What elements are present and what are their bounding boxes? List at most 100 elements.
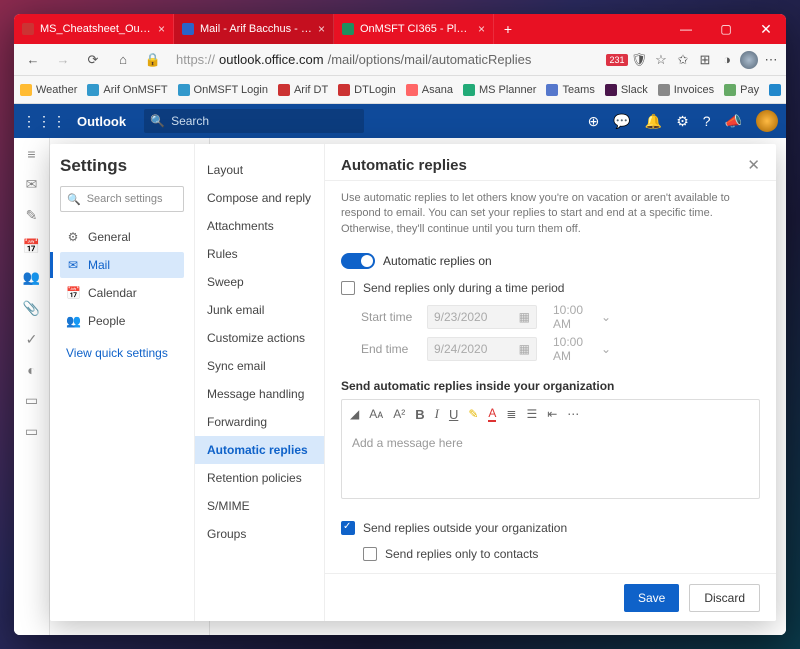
view-quick-settings-link[interactable]: View quick settings (60, 340, 184, 366)
subnav-layout[interactable]: Layout (195, 156, 324, 184)
home-button[interactable]: ⌂ (110, 47, 136, 73)
teams-icon[interactable]: 💬 (613, 113, 630, 130)
subnav-sweep[interactable]: Sweep (195, 268, 324, 296)
subnav-automatic-replies[interactable]: Automatic replies (195, 436, 324, 464)
save-button[interactable]: Save (624, 584, 679, 612)
browser-tab-active[interactable]: Mail - Arif Bacchus - Outlook × (174, 14, 334, 44)
close-button[interactable]: ✕ (746, 14, 786, 44)
bold-button[interactable]: B (415, 407, 424, 422)
url-field[interactable]: https://outlook.office.com/mail/options/… (170, 52, 604, 67)
rail-item[interactable]: ◐ (27, 362, 35, 378)
nav-calendar[interactable]: 📅Calendar (60, 280, 184, 306)
font-size-icon[interactable]: A² (393, 407, 405, 421)
highlight-icon[interactable]: ◢ (350, 407, 359, 421)
font-family-icon[interactable]: Aᴀ (369, 407, 383, 421)
fav-item[interactable]: DTLogin (338, 84, 396, 96)
subnav-sync[interactable]: Sync email (195, 352, 324, 380)
fav-item[interactable]: OnMSFT Login (178, 84, 268, 96)
lock-icon: 🔒 (140, 47, 166, 73)
italic-button[interactable]: I (435, 406, 439, 422)
collections-icon[interactable]: ⊞ (696, 51, 714, 69)
favorite-star-icon[interactable]: ☆ (652, 51, 670, 69)
nav-people[interactable]: 👥People (60, 308, 184, 334)
back-button[interactable]: ← (20, 47, 46, 73)
subnav-retention[interactable]: Retention policies (195, 464, 324, 492)
calendar-badge[interactable]: 231 (608, 51, 626, 69)
subnav-groups[interactable]: Groups (195, 520, 324, 548)
nav-label: Calendar (88, 286, 137, 300)
more-icon[interactable]: ⋯ (762, 51, 780, 69)
discard-button[interactable]: Discard (689, 584, 760, 612)
fav-item[interactable]: Invoices (658, 84, 714, 96)
rail-menu-icon[interactable]: ≡ (27, 146, 35, 162)
minimize-button[interactable]: — (666, 14, 706, 44)
profile-avatar[interactable] (740, 51, 758, 69)
underline-button[interactable]: U (449, 407, 458, 422)
close-icon[interactable]: ✕ (747, 156, 760, 174)
browser-tab[interactable]: MS_Cheatsheet_OutlookMailOn… × (14, 14, 174, 44)
end-time-select[interactable]: 10:00 AM⌄ (547, 337, 617, 361)
auto-replies-toggle[interactable] (341, 253, 375, 269)
rail-people-icon[interactable]: 👥 (23, 269, 40, 286)
close-icon[interactable]: × (318, 22, 325, 36)
fav-item[interactable]: Kalo (769, 84, 786, 96)
subnav-smime[interactable]: S/MIME (195, 492, 324, 520)
fav-item[interactable]: MS Planner (463, 84, 536, 96)
favorites-add-icon[interactable]: ✩ (674, 51, 692, 69)
refresh-button[interactable]: ⟳ (80, 47, 106, 73)
outside-org-checkbox[interactable] (341, 521, 355, 535)
tracking-icon[interactable]: 🛡 (630, 51, 648, 69)
subnav-junk[interactable]: Junk email (195, 296, 324, 324)
close-icon[interactable]: × (478, 22, 485, 36)
subnav-customize[interactable]: Customize actions (195, 324, 324, 352)
more-icon[interactable]: ⋯ (567, 407, 579, 421)
account-avatar[interactable] (756, 110, 778, 132)
notifications-icon[interactable]: 🔔 (645, 113, 662, 130)
gear-icon[interactable]: ⚙ (676, 113, 689, 130)
rail-files-icon[interactable]: 📎 (23, 300, 40, 317)
suite-search[interactable]: 🔍 Search (144, 109, 364, 133)
subnav-message-handling[interactable]: Message handling (195, 380, 324, 408)
rail-compose-icon[interactable]: ✎ (26, 207, 38, 224)
meet-now-icon[interactable]: ⊕ (588, 113, 600, 130)
help-icon[interactable]: ? (703, 113, 711, 129)
contacts-only-checkbox[interactable] (363, 547, 377, 561)
search-settings-input[interactable]: 🔍 Search settings (60, 186, 184, 212)
app-launcher-icon[interactable]: ⋮⋮⋮ (22, 113, 67, 130)
nav-mail[interactable]: ✉Mail (60, 252, 184, 278)
fav-item[interactable]: Teams (546, 84, 594, 96)
subnav-attachments[interactable]: Attachments (195, 212, 324, 240)
subnav-rules[interactable]: Rules (195, 240, 324, 268)
inside-editor-body[interactable]: Add a message here (342, 428, 759, 498)
time-period-checkbox[interactable] (341, 281, 355, 295)
outdent-icon[interactable]: ⇤ (547, 407, 557, 421)
font-color-icon[interactable]: A (488, 406, 496, 422)
browser-tab[interactable]: OnMSFT CI365 - Planner × (334, 14, 494, 44)
fav-item[interactable]: Pay (724, 84, 759, 96)
fav-item[interactable]: Arif OnMSFT (87, 84, 167, 96)
rail-item[interactable]: ▭ (25, 423, 38, 440)
subnav-compose[interactable]: Compose and reply (195, 184, 324, 212)
bullet-list-icon[interactable]: ≣ (506, 407, 516, 421)
new-tab-button[interactable]: + (494, 14, 522, 44)
close-icon[interactable]: × (158, 22, 165, 36)
rail-todo-icon[interactable]: ✓ (26, 331, 38, 348)
diagnostics-icon[interactable]: 📣 (725, 113, 742, 130)
forward-button[interactable]: → (50, 47, 76, 73)
nav-general[interactable]: ⚙General (60, 224, 184, 250)
fav-item[interactable]: Asana (406, 84, 453, 96)
subnav-forwarding[interactable]: Forwarding (195, 408, 324, 436)
pen-color-icon[interactable]: ✎ (468, 407, 478, 421)
start-date-input[interactable]: 9/23/2020▦ (427, 305, 537, 329)
end-date-input[interactable]: 9/24/2020▦ (427, 337, 537, 361)
fav-item[interactable]: Arif DT (278, 84, 328, 96)
fav-item[interactable]: Slack (605, 84, 648, 96)
fav-item[interactable]: Weather (20, 84, 77, 96)
number-list-icon[interactable]: ☰ (526, 407, 537, 421)
rail-item[interactable]: ▭ (25, 392, 38, 409)
extension-icon[interactable]: ◑ (718, 51, 736, 69)
rail-mail-icon[interactable]: ✉ (26, 176, 38, 193)
maximize-button[interactable]: ▢ (706, 14, 746, 44)
rail-calendar-icon[interactable]: 📅 (23, 238, 40, 255)
start-time-select[interactable]: 10:00 AM⌄ (547, 305, 617, 329)
